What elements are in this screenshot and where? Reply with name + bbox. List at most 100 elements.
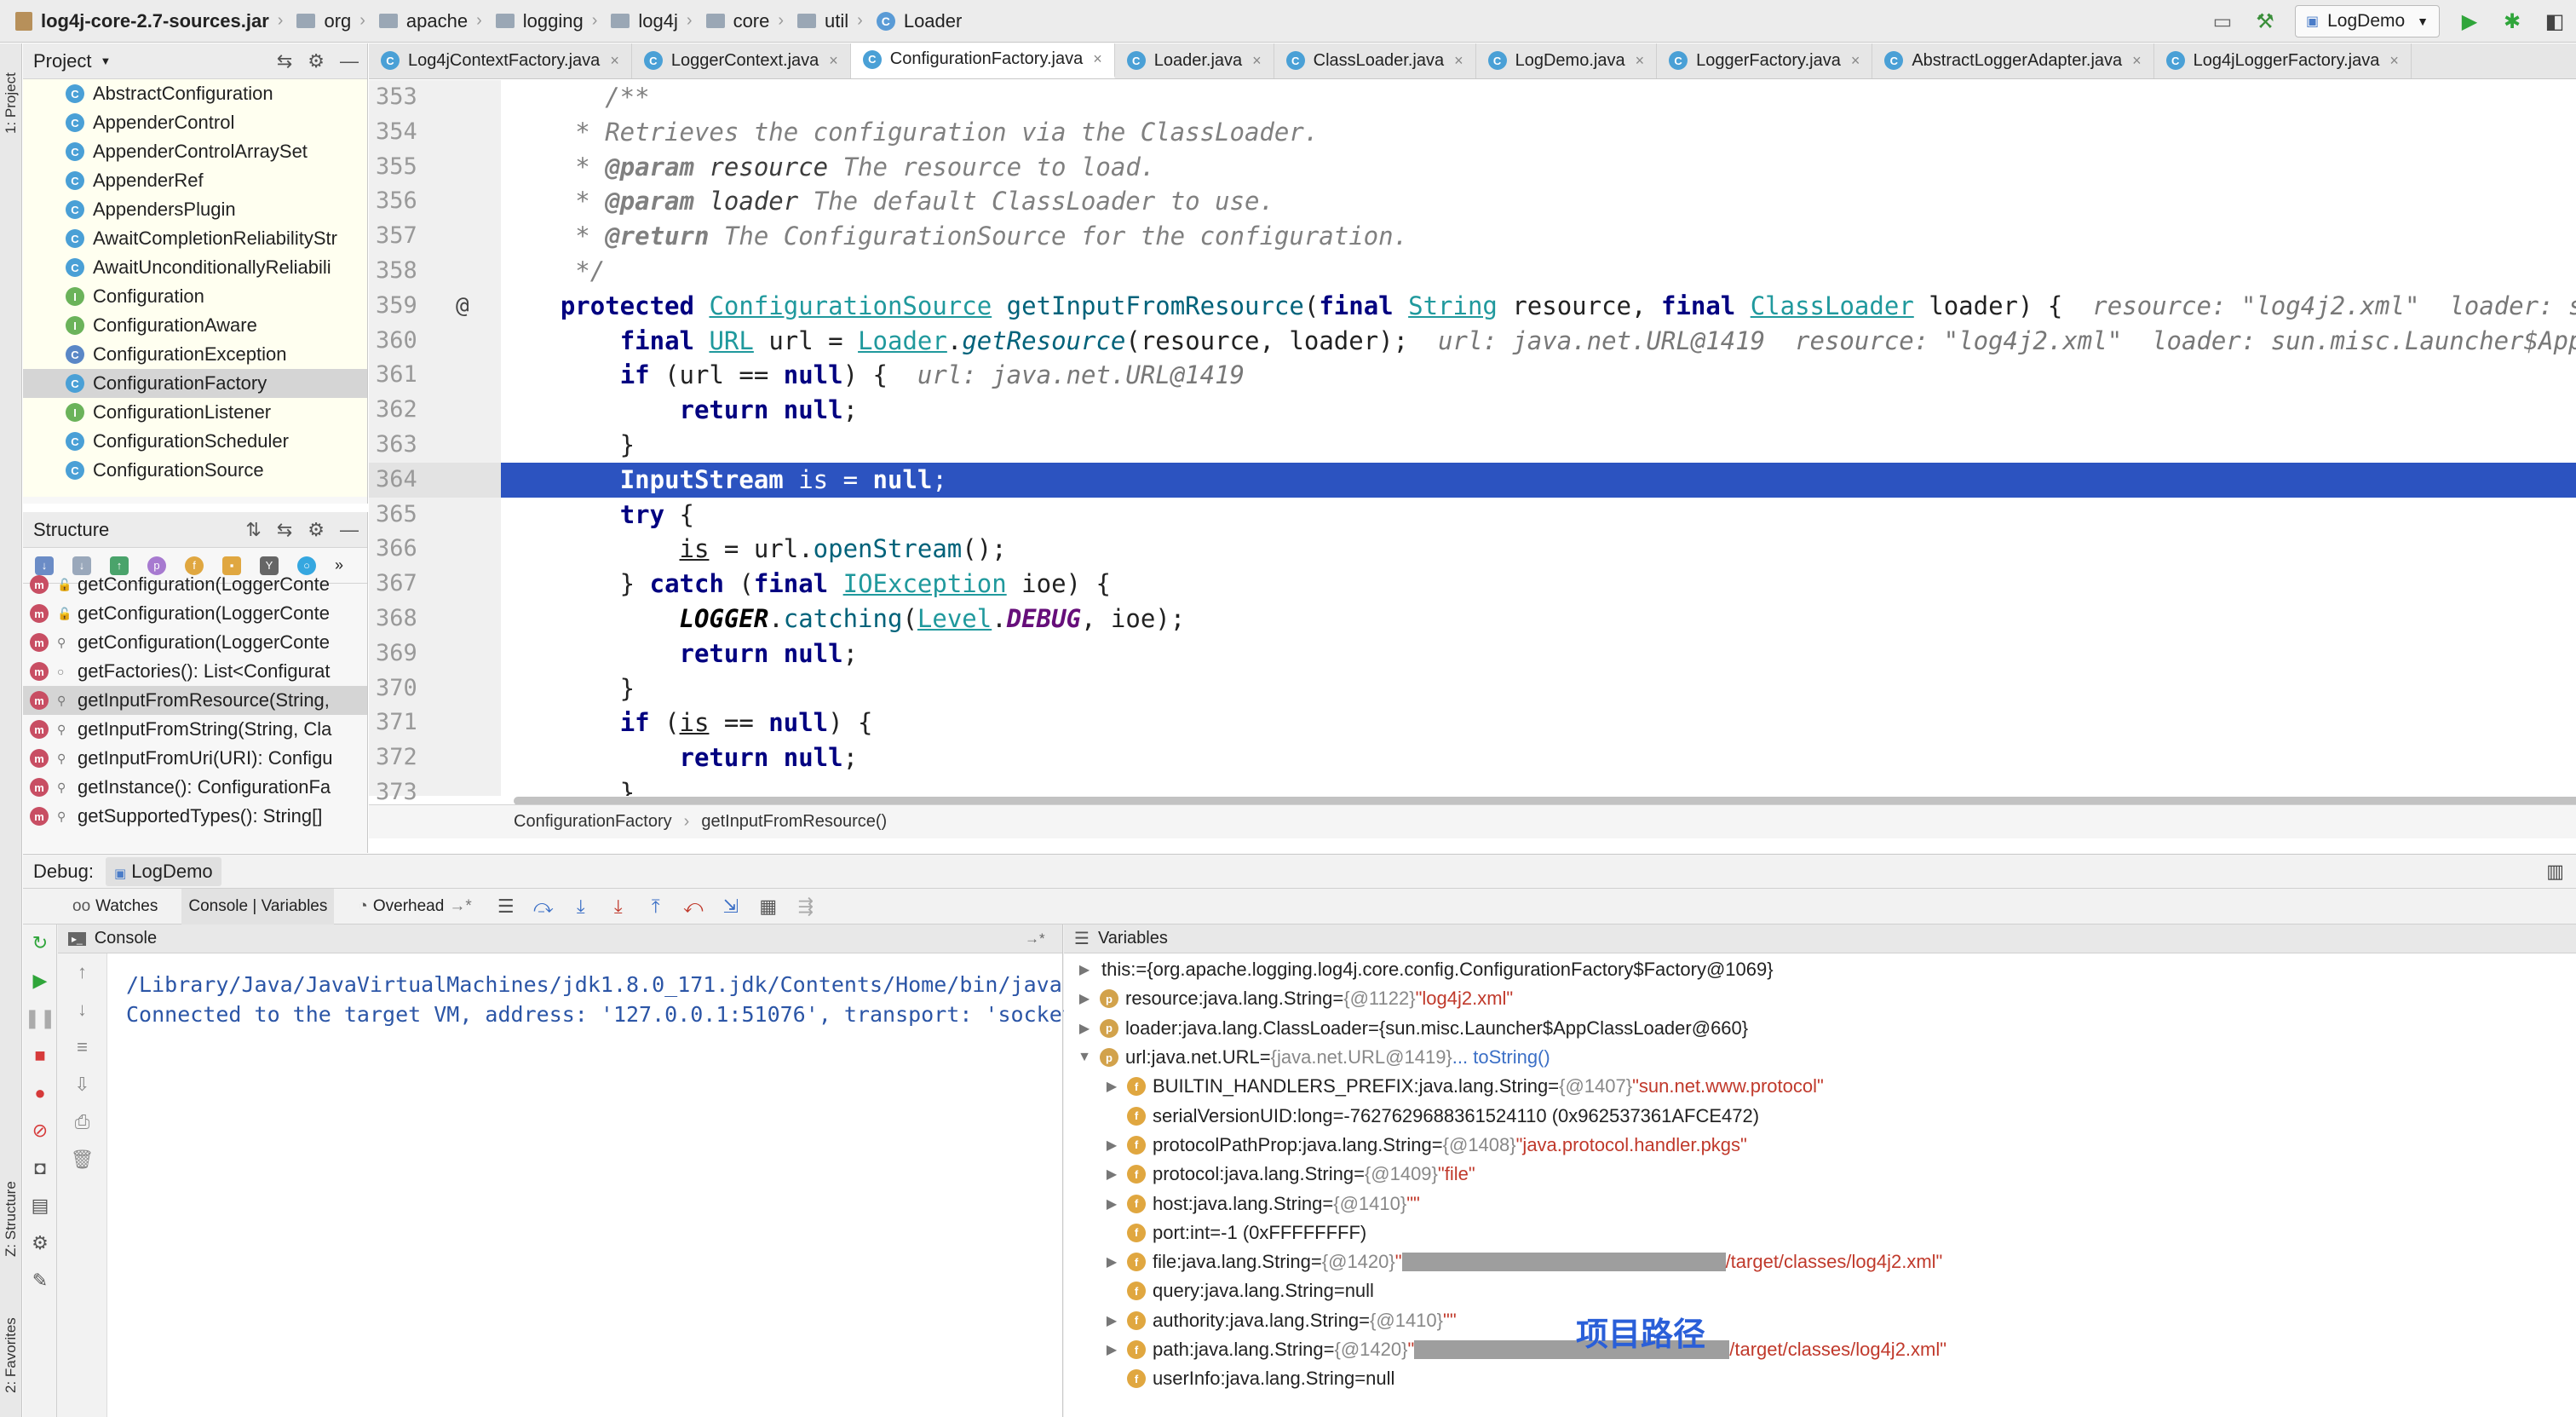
step-out-icon[interactable]: ⤒ [646,896,666,917]
editor-tab[interactable]: C AbstractLoggerAdapter.java × [1872,43,2154,78]
chevron-right-icon[interactable]: ▶ [1101,1078,1122,1095]
close-icon[interactable]: × [2132,52,2142,70]
console-output[interactable]: ↑ ↓ ≡ ⇩ ⎙ 🗑 /Library/Java/JavaVirtualMac… [58,953,1113,1417]
minimize-icon[interactable]: — [340,519,359,541]
variable-row[interactable]: f serialVersionUID: long = -7627629688361… [1064,1101,2576,1130]
force-step-into-icon[interactable]: ⤓ [608,896,629,917]
chevron-right-icon[interactable]: ▶ [1101,1253,1122,1270]
tree-item[interactable]: C AwaitUnconditionallyReliabili [23,253,367,282]
sort-by-visibility-icon[interactable]: ↓ [35,556,54,575]
trace-icon[interactable]: ⇶ [796,896,816,917]
close-icon[interactable]: × [2389,52,2399,70]
variable-row[interactable]: ▶ f host: java.lang.String = {@1410} "" [1064,1189,2576,1218]
chevron-right-icon[interactable]: ▶ [1101,1312,1122,1329]
filter-icon[interactable]: Y [260,556,279,575]
editor-tab[interactable]: C ClassLoader.java × [1274,43,1476,78]
close-icon[interactable]: × [1636,52,1645,70]
structure-item[interactable]: m ⚲ getInstance(): ConfigurationFa [23,773,367,802]
editor-tab[interactable]: C ConfigurationFactory.java × [850,43,1115,78]
debug-session-tab[interactable]: ▣ LogDemo [105,856,221,886]
structure-item[interactable]: m ⚲ getInputFromUri(URI): Configu [23,744,367,773]
collapse-all-icon[interactable]: ⇆ [277,50,292,72]
camera-icon[interactable]: ◘ [23,1149,57,1187]
variable-row[interactable]: f query: java.lang.String = null [1064,1276,2576,1305]
variable-row[interactable]: ▶ f file: java.lang.String = {@1420} "/tar… [1064,1247,2576,1276]
pause-icon[interactable]: ❚❚ [23,999,57,1037]
tree-item[interactable]: C AppenderRef [23,166,367,195]
structure-item[interactable]: m 🔓 getConfiguration(LoggerConte [23,599,367,628]
chevron-down-icon[interactable]: ▼ [1074,1050,1095,1065]
variable-row[interactable]: ▶ f path: java.lang.String = {@1420} "/tar… [1064,1335,2576,1364]
restore-layout-icon[interactable]: ▥ [2546,861,2564,883]
minimize-icon[interactable]: — [340,50,359,72]
structure-item[interactable]: m ⚲ getSupportedTypes(): String[] [23,802,367,831]
tree-item[interactable]: I ConfigurationAware [23,311,367,340]
resume-icon[interactable]: ▶ [23,962,57,999]
scroll-to-end-icon[interactable]: ⇩ [58,1066,106,1103]
chevron-right-icon[interactable]: ▶ [1101,1195,1122,1213]
close-icon[interactable]: × [1093,50,1102,68]
chevron-right-icon[interactable]: ▶ [1074,961,1095,978]
variable-row[interactable]: ▼ p url: java.net.URL = {java.net.URL@1419… [1064,1043,2576,1072]
chevron-right-icon[interactable]: ▶ [1101,1166,1122,1183]
override-marker-icon[interactable]: @ [456,289,469,324]
close-icon[interactable]: × [829,52,838,70]
editor-tab[interactable]: C Log4jLoggerFactory.java × [2154,43,2412,78]
tab-structure[interactable]: Z: Structure [0,1151,22,1287]
sort-alpha-icon[interactable]: ↓ [72,556,91,575]
variable-row[interactable]: f userInfo: java.lang.String = null [1064,1364,2576,1393]
settings-icon[interactable]: ⚙ [23,1224,57,1262]
tree-item[interactable]: C AwaitCompletionReliabilityStr [23,224,367,253]
editor-tab[interactable]: C LoggerContext.java × [632,43,851,78]
window-icon[interactable]: ▭ [2210,9,2235,34]
breadcrumb-logging[interactable]: logging › [489,0,605,43]
variable-row[interactable]: ▶ f protocol: java.lang.String = {@1409} "… [1064,1160,2576,1189]
mute-breakpoints-icon[interactable]: ⊘ [23,1112,57,1149]
collapse-icon[interactable]: ⇆ [277,519,292,541]
gear-icon[interactable]: ⚙ [308,50,325,72]
structure-item[interactable]: m ⚲ getConfiguration(LoggerConte [23,628,367,657]
structure-item[interactable]: m ⚲ getInputFromString(String, Cla [23,715,367,744]
expand-icon[interactable]: ⇅ [245,519,261,541]
breadcrumb-method[interactable]: getInputFromResource() [701,812,887,832]
show-properties-icon[interactable]: p [147,556,166,575]
editor-tab[interactable]: C LoggerFactory.java × [1657,43,1873,78]
breadcrumb-core[interactable]: core › [699,0,791,43]
tree-item[interactable]: C ConfigurationScheduler [23,427,367,456]
layout-icon[interactable]: ▤ [23,1187,57,1224]
tab-watches[interactable]: oo Watches [66,889,164,925]
chevron-right-icon[interactable]: ▶ [1101,1341,1122,1358]
rerun-icon[interactable]: ↻ [23,925,57,962]
print-icon[interactable]: ⎙ [58,1103,106,1141]
tree-item[interactable]: I ConfigurationListener [23,398,367,427]
chevron-right-icon[interactable]: ▶ [1074,1020,1095,1037]
breadcrumb-jar[interactable]: log4j-core-2.7-sources.jar › [9,0,290,43]
scroll-down-icon[interactable]: ↓ [58,991,106,1028]
more-chevron-icon[interactable]: » [335,556,343,574]
clear-all-icon[interactable]: 🗑 [58,1141,106,1178]
close-icon[interactable]: × [1851,52,1860,70]
variable-row[interactable]: f port: int = -1 (0xFFFFFFFF) [1064,1218,2576,1247]
build-hammer-icon[interactable]: ⚒ [2252,9,2278,34]
breadcrumb-apache[interactable]: apache › [372,0,489,43]
breadcrumb-util[interactable]: util › [791,0,870,43]
variable-row[interactable]: ▶ f BUILTIN_HANDLERS_PREFIX: java.lang.Str… [1064,1072,2576,1101]
breadcrumb-log4j[interactable]: log4j › [604,0,699,43]
editor-tab[interactable]: C LogDemo.java × [1476,43,1658,78]
tree-item[interactable]: C AppendersPlugin [23,195,367,224]
coverage-icon[interactable]: ◧ [2542,9,2567,34]
soft-wrap-icon[interactable]: ≡ [58,1028,106,1066]
variable-row[interactable]: ▶ p resource: java.lang.String = {@1122} "… [1064,984,2576,1013]
project-title[interactable]: Project [33,50,91,72]
close-icon[interactable]: × [610,52,619,70]
tree-item[interactable]: I Configuration [23,282,367,311]
pin-icon[interactable]: →* [1025,930,1045,948]
editor-tab[interactable]: C Log4jContextFactory.java × [369,43,632,78]
run-configuration-select[interactable]: ▣ LogDemo ▼ [2295,5,2440,37]
breadcrumb-org[interactable]: org › [290,0,371,43]
drop-frame-icon[interactable]: ⤺ [683,896,704,917]
tab-console-variables[interactable]: Console | Variables [181,888,335,925]
tree-item[interactable]: C AbstractConfiguration [23,79,367,108]
tab-favorites[interactable]: 2: Favorites [0,1296,22,1415]
tree-item[interactable]: C AppenderControl [23,108,367,137]
